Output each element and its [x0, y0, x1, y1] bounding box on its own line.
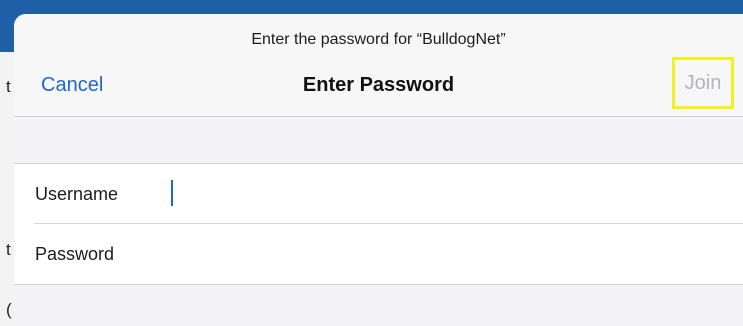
- background-text: t: [6, 77, 11, 96]
- password-row[interactable]: Password: [14, 224, 743, 284]
- sheet-title: Enter Password: [302, 74, 455, 96]
- username-row[interactable]: Username: [14, 164, 743, 224]
- username-field[interactable]: [164, 172, 732, 216]
- text-cursor: [171, 180, 173, 206]
- background-text: (: [6, 300, 12, 319]
- username-label: Username: [35, 184, 119, 204]
- password-sheet: Enter the password for “BulldogNet” Ente…: [14, 14, 743, 326]
- password-label: Password: [35, 244, 115, 264]
- network-prompt: Enter the password for “BulldogNet”: [251, 31, 506, 48]
- sheet-header: Enter the password for “BulldogNet” Ente…: [14, 14, 743, 117]
- background-text: t: [6, 240, 11, 259]
- join-button-label: Join: [684, 71, 722, 94]
- credentials-form: Username Password: [14, 163, 743, 285]
- password-field[interactable]: [164, 232, 732, 276]
- cancel-button[interactable]: Cancel: [41, 74, 103, 97]
- join-button[interactable]: Join: [672, 57, 734, 109]
